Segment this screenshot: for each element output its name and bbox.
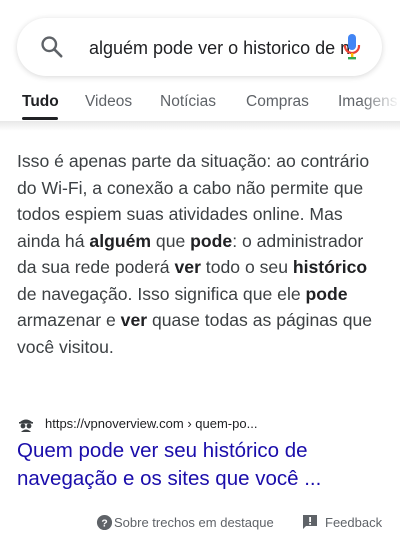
header-shadow [0, 121, 400, 131]
result-url[interactable]: https://vpnoverview.com › quem-po... [45, 415, 257, 433]
feedback-icon[interactable] [302, 514, 318, 530]
snippet-footer: ? Sobre trechos em destaque Feedback [0, 511, 400, 535]
snippet-highlight: pode [305, 283, 348, 304]
result-source[interactable]: https://vpnoverview.com › quem-po... [17, 414, 387, 434]
search-input[interactable]: alguém pode ver o historico de navegação [89, 35, 351, 61]
spy-favicon-icon [19, 419, 33, 432]
search-box[interactable]: alguém pode ver o historico de navegação [17, 18, 382, 76]
tab-noticias[interactable]: Notícias [160, 92, 216, 112]
snippet-highlight: histórico [292, 257, 368, 277]
svg-text:?: ? [101, 518, 107, 529]
search-tabs: Tudo Videos Notícias Compras Imagens [0, 84, 400, 121]
search-icon[interactable] [39, 34, 65, 60]
featured-snippet-text: Isso é apenas parte da situação: ao cont… [17, 148, 387, 360]
search-header: alguém pode ver o historico de navegação… [0, 0, 400, 121]
snippet-highlight: alguém [89, 230, 152, 251]
tab-tudo[interactable]: Tudo [22, 92, 59, 112]
help-circle-icon[interactable]: ? [96, 514, 113, 531]
tabs-fade [360, 84, 400, 121]
snippet-highlight: ver [120, 310, 148, 330]
active-tab-indicator [22, 117, 58, 120]
snippet-segment: armazenar e [17, 310, 121, 330]
result-title-link[interactable]: Quem pode ver seu histórico de navegação… [17, 437, 377, 493]
snippet-highlight: pode [190, 230, 233, 251]
snippet-highlight: ver [174, 257, 201, 277]
snippet-segment: todo o seu [200, 257, 293, 277]
tab-videos[interactable]: Videos [85, 92, 132, 112]
tab-compras[interactable]: Compras [246, 92, 309, 112]
microphone-icon[interactable] [342, 33, 362, 61]
snippet-segment: que [151, 230, 191, 251]
about-featured-snippets-link[interactable]: Sobre trechos em destaque [114, 514, 274, 532]
snippet-segment: de navegação. Isso significa que ele [17, 283, 306, 304]
feedback-link[interactable]: Feedback [325, 514, 382, 532]
